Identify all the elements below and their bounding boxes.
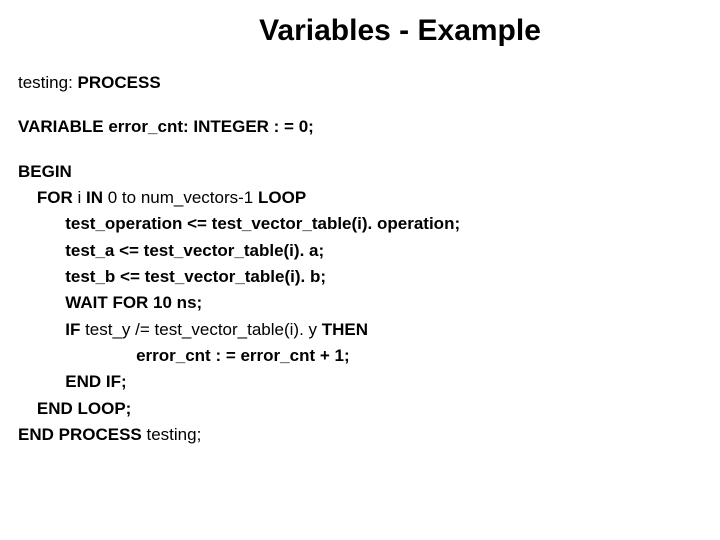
code-text: testing:	[18, 73, 78, 92]
code-keyword: END PROCESS	[18, 425, 146, 444]
code-text: i	[78, 188, 87, 207]
code-line-11: END IF;	[18, 369, 702, 395]
code-line-3: BEGIN	[18, 159, 702, 185]
code-text: testing;	[146, 425, 201, 444]
code-keyword: IN	[86, 188, 108, 207]
code-text: 0 to num_vectors-1	[108, 188, 258, 207]
code-line-7: test_b <= test_vector_table(i). b;	[18, 264, 702, 290]
code-text: test_y /= test_vector_table(i). y	[85, 320, 322, 339]
code-line-8: WAIT FOR 10 ns;	[18, 290, 702, 316]
code-line-1: testing: PROCESS	[18, 70, 702, 96]
code-line-5: test_operation <= test_vector_table(i). …	[18, 211, 702, 237]
code-keyword: THEN	[322, 320, 368, 339]
code-keyword: PROCESS	[78, 73, 161, 92]
code-keyword: IF	[18, 320, 85, 339]
slide-content: Variables - Example testing: PROCESS VAR…	[0, 0, 720, 458]
code-line-13: END PROCESS testing;	[18, 422, 702, 448]
code-line-9: IF test_y /= test_vector_table(i). y THE…	[18, 317, 702, 343]
slide-title: Variables - Example	[18, 14, 702, 48]
code-line-10: error_cnt : = error_cnt + 1;	[18, 343, 702, 369]
code-keyword: FOR	[18, 188, 78, 207]
code-line-2: VARIABLE error_cnt: INTEGER : = 0;	[18, 114, 702, 140]
code-line-12: END LOOP;	[18, 396, 702, 422]
code-line-6: test_a <= test_vector_table(i). a;	[18, 238, 702, 264]
code-keyword: LOOP	[258, 188, 306, 207]
code-line-4: FOR i IN 0 to num_vectors-1 LOOP	[18, 185, 702, 211]
